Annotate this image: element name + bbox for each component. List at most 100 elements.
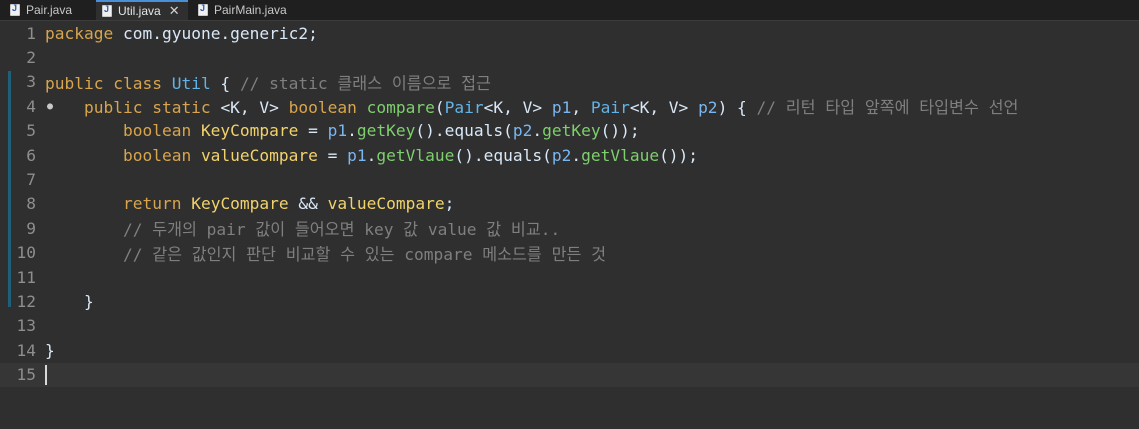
line-number: 2 xyxy=(26,48,36,68)
code-line[interactable]: 5 boolean KeyCompare = p1.getKey().equal… xyxy=(0,119,1139,143)
code-line[interactable]: 2 xyxy=(0,45,1139,69)
code-line[interactable]: 12 } xyxy=(0,289,1139,313)
code-token: KeyCompare xyxy=(191,194,289,214)
code-token: public class xyxy=(45,73,172,93)
code-editor[interactable]: 1 package com.gyuone.generic2; 2 3 public cl… xyxy=(0,21,1139,429)
code-token: ()); xyxy=(600,121,640,141)
code-token: // 같은 값인지 판단 비교할 수 있는 compare 메소드를 만든 것 xyxy=(122,244,606,264)
code-token: (). xyxy=(454,145,484,165)
line-number: 6 xyxy=(26,145,36,165)
code-token: ) { xyxy=(717,98,757,118)
code-token: p2 xyxy=(698,98,718,118)
line-number: 9 xyxy=(26,218,36,238)
code-token: p1 xyxy=(551,98,572,118)
code-token: // static 클래스 이름으로 접근 xyxy=(239,73,491,93)
tab-label: PairMain.java xyxy=(214,3,287,17)
tab-pairmain-java[interactable]: PairMain.java xyxy=(194,0,294,20)
code-token: KeyCompare xyxy=(200,121,299,141)
code-token: (). xyxy=(415,121,445,141)
line-number: 11 xyxy=(16,267,37,287)
code-token: . xyxy=(532,121,543,141)
code-text: package com.gyuone.generic2; xyxy=(45,24,318,43)
code-token: // 두개의 pair 값이 들어오면 key 값 value 값 비교.. xyxy=(122,220,561,240)
code-line[interactable]: 4 ● public static <K, V> boolean compare(… xyxy=(0,94,1139,118)
code-text: // 같은 값인지 판단 비교할 수 있는 compare 메소드를 만든 것 xyxy=(45,241,606,265)
code-token: , xyxy=(571,98,591,118)
code-line[interactable]: 6 boolean valueCompare = p1.getVlaue().e… xyxy=(0,143,1139,167)
code-text: } xyxy=(45,341,55,360)
code-token: = xyxy=(298,121,328,141)
line-number: 15 xyxy=(16,365,37,385)
tab-pair-java[interactable]: Pair.java xyxy=(6,0,94,20)
code-token: com.gyuone.generic2; xyxy=(113,23,318,43)
code-text: public static <K, V> boolean compare(Pai… xyxy=(45,94,1018,118)
line-number: 1 xyxy=(26,23,36,43)
code-text: public class Util { // static 클래스 이름으로 접… xyxy=(45,70,491,94)
code-token: <K, V> xyxy=(629,98,699,118)
code-token: = xyxy=(317,145,348,165)
code-line[interactable]: 13 xyxy=(0,314,1139,338)
code-token: Util xyxy=(171,73,211,93)
code-token: valueCompare xyxy=(327,194,445,214)
code-token: public static xyxy=(83,98,221,118)
code-token: . xyxy=(347,121,357,141)
java-file-icon xyxy=(10,3,20,16)
code-line[interactable]: 9 // 두개의 pair 값이 들어오면 key 값 value 값 비교.. xyxy=(0,216,1139,240)
code-token: boolean xyxy=(122,145,201,165)
line-number: 8 xyxy=(26,194,36,214)
code-token: } xyxy=(45,340,55,360)
code-token: <K, V> xyxy=(220,98,289,118)
code-token: . xyxy=(571,145,582,165)
line-number: 3 xyxy=(26,72,36,92)
code-token: . xyxy=(366,145,377,165)
code-token: equals( xyxy=(483,145,552,165)
code-line[interactable]: 11 xyxy=(0,265,1139,289)
code-token: Pair xyxy=(590,98,630,118)
code-token: { xyxy=(210,73,240,93)
line-number: 13 xyxy=(16,316,37,336)
code-token: boolean xyxy=(122,121,201,141)
code-token: valueCompare xyxy=(200,145,318,165)
code-line[interactable]: 10 // 같은 값인지 판단 비교할 수 있는 compare 메소드를 만든… xyxy=(0,241,1139,265)
code-token: ; xyxy=(444,194,455,214)
code-token: p2 xyxy=(512,121,533,141)
line-number: 14 xyxy=(16,340,37,360)
tab-util-java[interactable]: Util.java ✕ xyxy=(96,0,188,20)
code-line[interactable]: 14} xyxy=(0,338,1139,362)
line-number: 12 xyxy=(16,292,37,312)
code-token: getVlaue xyxy=(376,145,455,165)
line-number: 4 ● xyxy=(26,96,53,116)
line-number: 5 xyxy=(26,121,36,141)
code-line[interactable]: 15 xyxy=(0,362,1139,387)
code-text: boolean valueCompare = p1.getVlaue().equ… xyxy=(45,146,698,165)
code-token: compare xyxy=(366,98,435,118)
code-line[interactable]: 7 xyxy=(0,167,1139,191)
code-token: // 리턴 타입 앞쪽에 타입변수 선언 xyxy=(756,98,1019,118)
code-line[interactable]: 3 public class Util { // static 클래스 이름으로 … xyxy=(0,70,1139,94)
code-line[interactable]: 1 package com.gyuone.generic2; xyxy=(0,21,1139,45)
line-number: 7 xyxy=(26,170,36,190)
code-line[interactable]: 8 return KeyCompare && valueCompare; xyxy=(0,192,1139,216)
java-file-icon xyxy=(102,4,112,17)
code-token: boolean xyxy=(288,98,367,118)
code-token: ()); xyxy=(659,145,699,165)
tab-label: Util.java xyxy=(118,4,161,18)
text-caret xyxy=(45,365,47,386)
close-icon[interactable]: ✕ xyxy=(169,3,180,19)
line-number: 10 xyxy=(16,243,37,263)
code-token: ( xyxy=(434,98,445,118)
code-token: && xyxy=(288,194,328,214)
code-token: getKey xyxy=(356,121,416,141)
fold-marker-icon[interactable]: ● xyxy=(47,101,53,112)
code-token: getVlaue xyxy=(581,145,660,165)
code-token: <K, V> xyxy=(483,98,552,118)
code-token: } xyxy=(45,292,94,312)
code-text: } xyxy=(45,292,94,311)
code-token: Pair xyxy=(444,98,484,118)
code-token: p1 xyxy=(347,145,367,165)
code-text: // 두개의 pair 값이 들어오면 key 값 value 값 비교.. xyxy=(45,216,560,240)
